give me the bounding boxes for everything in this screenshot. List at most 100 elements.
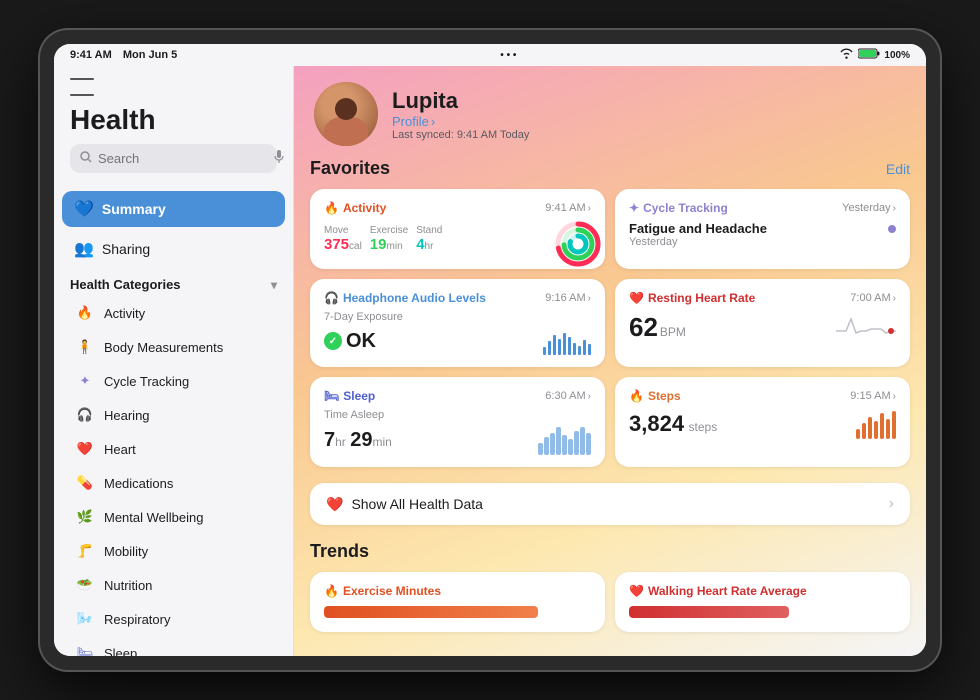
sidebar-item-mobility[interactable]: 🦵 Mobility (54, 534, 293, 568)
trends-grid: 🔥 Exercise Minutes ❤️ Walking Heart Rate… (310, 572, 910, 632)
trend-card-heart-rate[interactable]: ❤️ Walking Heart Rate Average (615, 572, 910, 632)
sidebar-item-activity[interactable]: 🔥 Activity (54, 296, 293, 330)
status-bar: 9:41 AM Mon Jun 5 • • • 100% (54, 44, 926, 66)
cycle-tracking-icon: ✦ (629, 201, 639, 215)
activity-card[interactable]: 🔥 Activity 9:41 AM › (310, 189, 605, 269)
trend-heart-icon: ❤️ (629, 584, 644, 598)
show-all-health-data[interactable]: ❤️ Show All Health Data › (310, 483, 910, 525)
trend-heart-bar (629, 606, 789, 618)
respiratory-icon: 🌬️ (74, 608, 96, 630)
mobility-icon: 🦵 (74, 540, 96, 562)
medications-icon: 💊 (74, 472, 96, 494)
steps-card[interactable]: 🔥 Steps 9:15 AM › 3,824 (615, 377, 910, 467)
sidebar-item-hearing[interactable]: 🎧 Hearing (54, 398, 293, 432)
avatar (314, 82, 378, 146)
profile-info: Lupita Profile › Last synced: 9:41 AM To… (392, 88, 529, 141)
steps-body: 3,824 steps (629, 409, 896, 439)
content-area: Favorites Edit 🔥 Activity (294, 158, 926, 648)
headphone-body: ✓ OK (324, 327, 591, 355)
headphone-icon: 🎧 (324, 291, 339, 305)
steps-value: 3,824 steps (629, 411, 717, 437)
headphone-card-header: 🎧 Headphone Audio Levels 9:16 AM › (324, 291, 591, 305)
move-stat: Move 375cal (324, 225, 362, 254)
sidebar-item-cycle-tracking[interactable]: ✦ Cycle Tracking (54, 364, 293, 398)
steps-title: 🔥 Steps (629, 389, 681, 403)
profile-header: Lupita Profile › Last synced: 9:41 AM To… (294, 66, 926, 158)
activity-chevron-icon: › (588, 203, 591, 214)
profile-name: Lupita (392, 88, 529, 114)
hearing-icon: 🎧 (74, 404, 96, 426)
sync-time: Last synced: 9:41 AM Today (392, 129, 529, 141)
search-bar[interactable] (70, 144, 277, 173)
activity-icon: 🔥 (74, 302, 96, 324)
headphone-bars-viz (543, 327, 591, 355)
headphone-title: 🎧 Headphone Audio Levels (324, 291, 486, 305)
sidebar-toggle-icon[interactable] (70, 78, 94, 96)
activity-card-title: 🔥 Activity (324, 201, 386, 215)
rhr-value: 62 BPM (629, 312, 686, 343)
summary-icon: 💙 (74, 199, 94, 219)
cycle-tracking-text: Fatigue and Headache Yesterday (629, 221, 767, 248)
headphone-audio-card[interactable]: 🎧 Headphone Audio Levels 9:16 AM › 7-Day… (310, 279, 605, 367)
rhr-time: 7:00 AM › (850, 292, 896, 304)
stand-stat: Stand 4hr (416, 225, 442, 254)
steps-card-header: 🔥 Steps 9:15 AM › (629, 389, 896, 403)
edit-button[interactable]: Edit (886, 161, 910, 177)
sidebar-item-sleep[interactable]: 🛏 Sleep (54, 636, 293, 656)
sidebar-item-medications[interactable]: 💊 Medications (54, 466, 293, 500)
sidebar-header: Health (54, 66, 293, 191)
sleep-body: 7hr 29min (324, 425, 591, 455)
sleep-card-header: 🛏 Sleep 6:30 AM › (324, 389, 591, 403)
search-input[interactable] (98, 151, 274, 166)
sidebar-item-body-measurements[interactable]: 🧍 Body Measurements (54, 330, 293, 364)
tablet-frame: 9:41 AM Mon Jun 5 • • • 100% (40, 30, 940, 670)
profile-chevron-icon: › (431, 114, 435, 129)
activity-card-icon: 🔥 (324, 201, 339, 215)
cycle-tracking-body: Fatigue and Headache Yesterday (629, 221, 896, 248)
status-icons: 100% (839, 48, 910, 62)
three-dots: • • • (500, 50, 516, 61)
show-all-label: ❤️ Show All Health Data (326, 496, 483, 513)
sleep-card[interactable]: 🛏 Sleep 6:30 AM › Time Asleep (310, 377, 605, 467)
steps-chevron-icon: › (893, 391, 896, 402)
trend-exercise-bar (324, 606, 538, 618)
trend-card-exercise[interactable]: 🔥 Exercise Minutes (310, 572, 605, 632)
profile-link[interactable]: Profile › (392, 114, 529, 129)
sidebar-item-mental-wellbeing[interactable]: 🌿 Mental Wellbeing (54, 500, 293, 534)
sidebar-item-respiratory[interactable]: 🌬️ Respiratory (54, 602, 293, 636)
cycle-tracking-title: ✦ Cycle Tracking (629, 201, 728, 215)
sidebar: Health 💙 Summary (54, 66, 294, 656)
chevron-down-icon[interactable]: ▾ (271, 278, 277, 292)
activity-card-header: 🔥 Activity 9:41 AM › (324, 201, 591, 215)
wifi-icon (839, 48, 854, 62)
app-title: Health (70, 104, 277, 136)
cycle-tracking-card[interactable]: ✦ Cycle Tracking Yesterday › F (615, 189, 910, 269)
steps-time: 9:15 AM › (850, 390, 896, 402)
summary-button[interactable]: 💙 Summary (62, 191, 285, 227)
search-icon (80, 151, 92, 166)
resting-heart-rate-card[interactable]: ❤️ Resting Heart Rate 7:00 AM › (615, 279, 910, 367)
sleep-title: 🛏 Sleep (324, 389, 375, 403)
app-container: Health 💙 Summary (54, 66, 926, 656)
nutrition-icon: 🥗 (74, 574, 96, 596)
ok-check-icon: ✓ (324, 332, 342, 350)
mic-icon[interactable] (274, 150, 284, 167)
sleep-card-icon: 🛏 (324, 389, 339, 403)
rhr-chart (836, 311, 896, 344)
headphone-time: 9:16 AM › (545, 292, 591, 304)
rhr-chevron-icon: › (893, 293, 896, 304)
battery-icon (858, 48, 880, 62)
sharing-item[interactable]: 👥 Sharing (54, 231, 293, 267)
trend-exercise-icon: 🔥 (324, 584, 339, 598)
favorites-grid: 🔥 Activity 9:41 AM › (310, 189, 910, 467)
sidebar-item-heart[interactable]: ❤️ Heart (54, 432, 293, 466)
show-all-heart-icon: ❤️ (326, 496, 343, 513)
sleep-time: 6:30 AM › (545, 390, 591, 402)
body-measurements-icon: 🧍 (74, 336, 96, 358)
heart-icon: ❤️ (74, 438, 96, 460)
cycle-tracking-time: Yesterday › (842, 202, 896, 214)
rhr-heart-icon: ❤️ (629, 291, 644, 305)
mental-wellbeing-icon: 🌿 (74, 506, 96, 528)
sidebar-item-nutrition[interactable]: 🥗 Nutrition (54, 568, 293, 602)
steps-bars-viz (856, 409, 896, 439)
